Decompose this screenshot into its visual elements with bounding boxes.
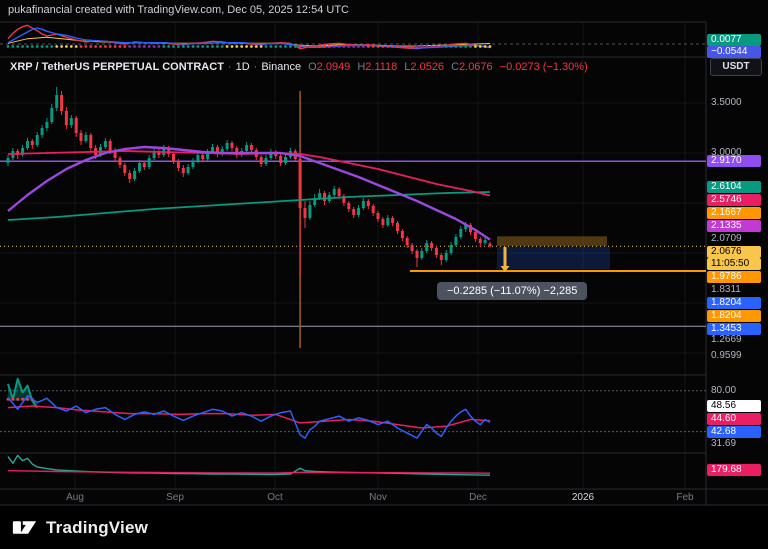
tradingview-logo-icon[interactable] xyxy=(12,515,37,540)
exchange-label: Binance xyxy=(261,61,301,73)
chart-canvas[interactable] xyxy=(0,0,768,549)
legend-separator: · xyxy=(228,61,232,73)
symbol-name: XRP / TetherUS PERPETUAL CONTRACT xyxy=(10,61,224,73)
price-label: 1.8311 xyxy=(707,284,741,296)
price-label: 1.8204 xyxy=(707,297,761,309)
high-value: 2.1118 xyxy=(365,61,397,73)
measure-tooltip: −0.2285 (−11.07%) −2,285 xyxy=(437,282,587,300)
footer-bar: TradingView xyxy=(0,506,768,549)
time-axis-label: 2026 xyxy=(561,492,605,503)
time-axis-label: Sep xyxy=(153,492,197,503)
price-label: 2.0676 xyxy=(707,246,761,258)
price-label: 1.8204 xyxy=(707,310,761,322)
time-axis-label: Oct xyxy=(253,492,297,503)
price-label: 0.0077 xyxy=(707,34,761,46)
tradingview-wordmark[interactable]: TradingView xyxy=(46,518,148,538)
price-label: 44.60 xyxy=(707,413,761,425)
close-label: C xyxy=(451,61,459,73)
price-label: 48.56 xyxy=(707,400,761,412)
time-axis[interactable]: Aug Sep Oct Nov Dec 2026 Feb xyxy=(0,489,706,505)
price-label: −0.0544 xyxy=(707,46,761,58)
price-label: 3.5000 xyxy=(707,97,742,109)
price-label: 42.68 xyxy=(707,426,761,438)
close-value: 2.0676 xyxy=(459,61,493,73)
price-label: 1.2669 xyxy=(707,334,742,346)
time-axis-label: Nov xyxy=(356,492,400,503)
price-label: 2.1667 xyxy=(707,207,761,219)
open-value: 2.0949 xyxy=(317,61,351,73)
price-label: 80.00 xyxy=(707,385,736,397)
interval-label: 1D xyxy=(236,61,250,73)
price-label: 0.9599 xyxy=(707,350,742,362)
time-axis-label: Dec xyxy=(456,492,500,503)
price-label: 2.0709 xyxy=(707,233,742,245)
price-axis[interactable]: 0.0077−0.05443.50003.00002.91702.61042.5… xyxy=(707,0,768,505)
price-label: 2.6104 xyxy=(707,181,761,193)
price-label: 11:05:50 xyxy=(707,258,761,270)
price-label: 1.9786 xyxy=(707,271,761,283)
price-label: 179.68 xyxy=(707,464,761,476)
price-label: 31.69 xyxy=(707,438,736,450)
price-label: 2.1335 xyxy=(707,220,761,232)
open-label: O xyxy=(308,61,317,73)
symbol-legend[interactable]: XRP / TetherUS PERPETUAL CONTRACT·1D·Bin… xyxy=(10,61,588,73)
legend-separator: · xyxy=(254,61,258,73)
change-value: −0.0273 (−1.30%) xyxy=(500,61,588,73)
price-label: 2.5746 xyxy=(707,194,761,206)
price-label: 2.9170 xyxy=(707,155,761,167)
tradingview-published-chart: pukafinancial created with TradingView.c… xyxy=(0,0,768,549)
time-axis-label: Aug xyxy=(53,492,97,503)
time-axis-label: Feb xyxy=(663,492,707,503)
low-value: 2.0526 xyxy=(410,61,444,73)
